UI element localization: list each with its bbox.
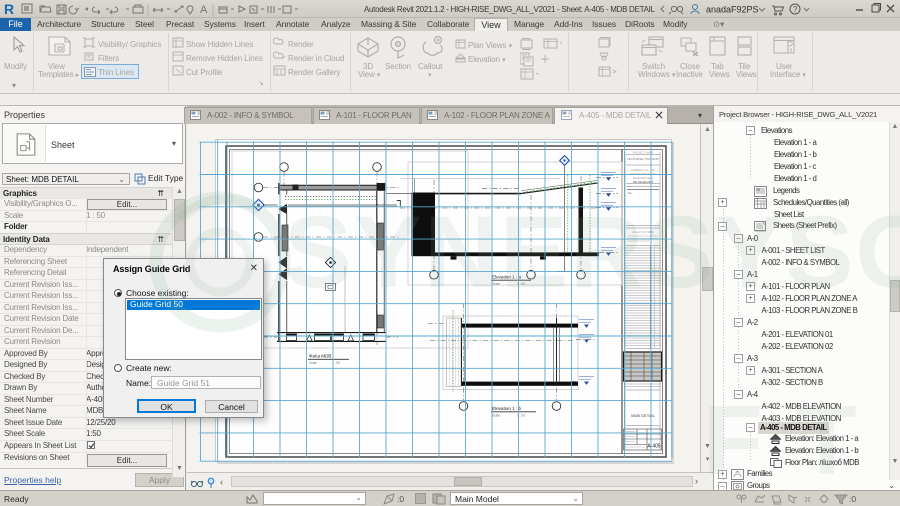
svg-text:No.: No.: [628, 191, 633, 195]
svg-text:Фаїш MDB: Фаїш MDB: [309, 354, 332, 359]
svg-text:Scale: Scale: [492, 282, 500, 286]
svg-text:A: A: [200, 4, 208, 16]
svg-text:Scale: Scale: [309, 361, 317, 365]
svg-text:A-405: A-405: [647, 444, 661, 450]
svg-text:COMPANY CO., LTD: COMPANY CO., LTD: [631, 168, 655, 172]
svg-text:HIGH-RISE THAI NON: HIGH-RISE THAI NON: [627, 157, 659, 161]
svg-text:anadaF92PS: anadaF92PS: [706, 5, 759, 15]
svg-text:Elevation 1 : a: Elevation 1 : a: [492, 274, 522, 279]
svg-text:199 ROAD BANGKOK: 199 ROAD BANGKOK: [630, 172, 656, 176]
svg-text:MDB DETAIL: MDB DETAIL: [631, 413, 655, 418]
svg-text:Elevation 1 : b: Elevation 1 : b: [492, 406, 522, 411]
svg-text:?: ?: [793, 5, 798, 14]
svg-text:PROJECT NAME: PROJECT NAME: [633, 151, 654, 155]
svg-text:TEL 02-222-2222: TEL 02-222-2222: [633, 180, 654, 184]
svg-text:Scale: Scale: [492, 413, 500, 417]
